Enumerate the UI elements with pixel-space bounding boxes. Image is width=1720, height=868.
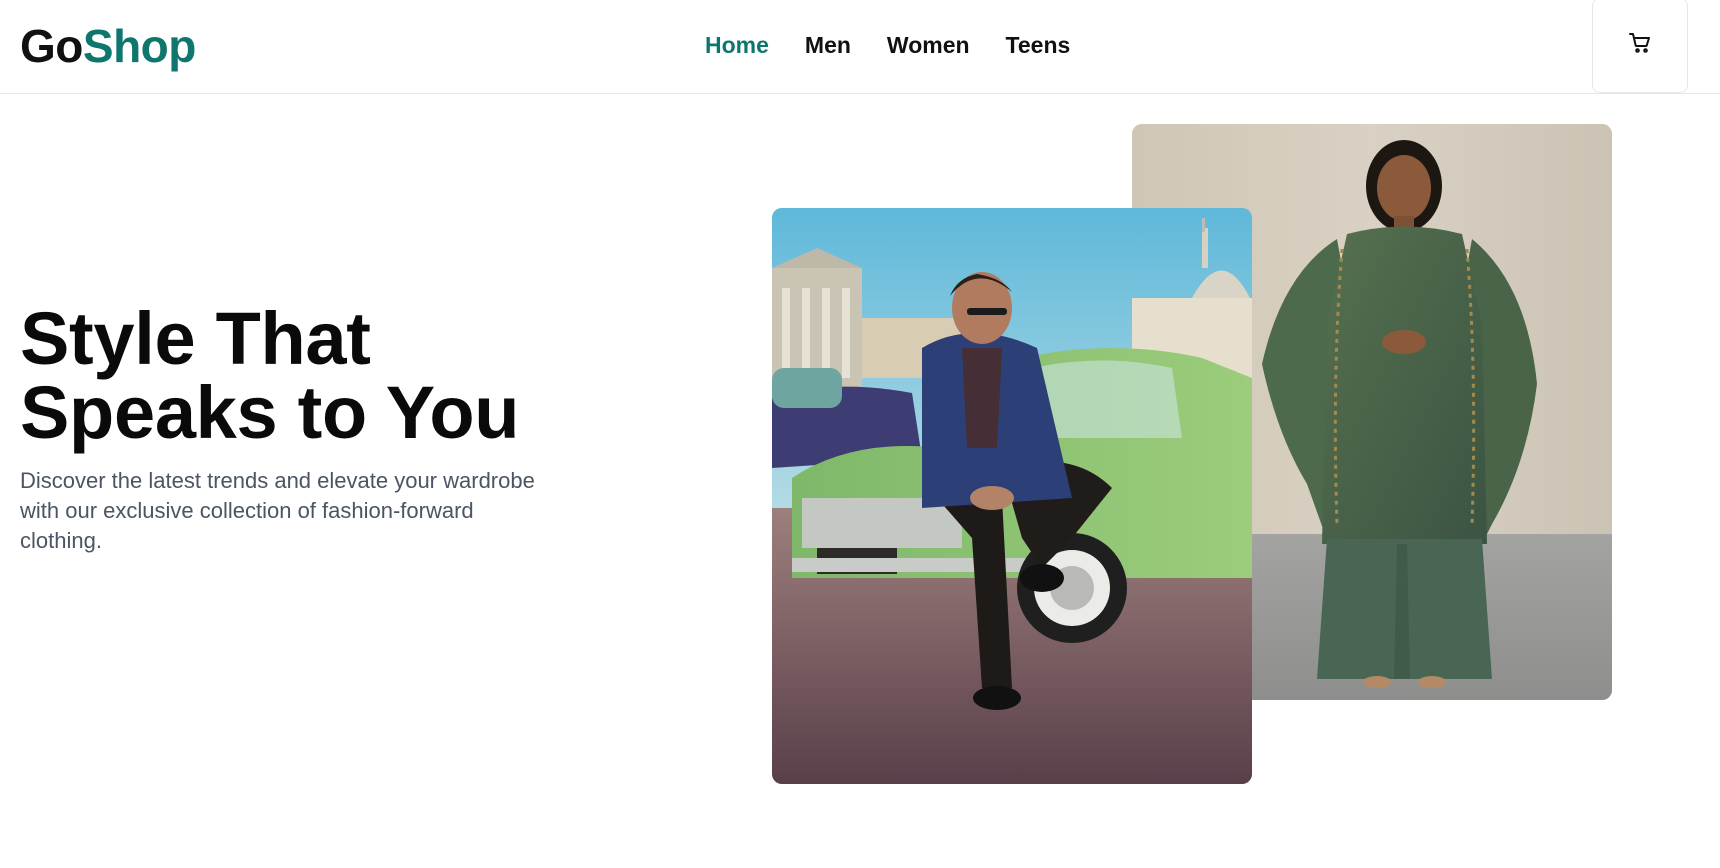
nav-item-home[interactable]: Home (705, 30, 769, 60)
hero-title-line2: Speaks to You (20, 371, 520, 454)
site-header: GoShop Home Men Women Teens (0, 0, 1720, 94)
cart-button[interactable] (1592, 0, 1688, 93)
brand-logo[interactable]: GoShop (20, 19, 196, 73)
nav-item-men[interactable]: Men (805, 30, 851, 60)
main-nav: Home Men Women Teens (705, 30, 1106, 60)
hero-title: Style That Speaks to You (20, 302, 640, 450)
brand-logo-part1: Go (20, 20, 83, 72)
cart-icon (1628, 31, 1652, 60)
brand-logo-part2: Shop (82, 20, 196, 72)
hero-image-men (772, 208, 1252, 784)
hero-title-line1: Style That (20, 297, 371, 380)
hero-description: Discover the latest trends and elevate y… (20, 468, 535, 553)
nav-item-teens[interactable]: Teens (1006, 30, 1071, 60)
nav-item-women[interactable]: Women (887, 30, 970, 60)
